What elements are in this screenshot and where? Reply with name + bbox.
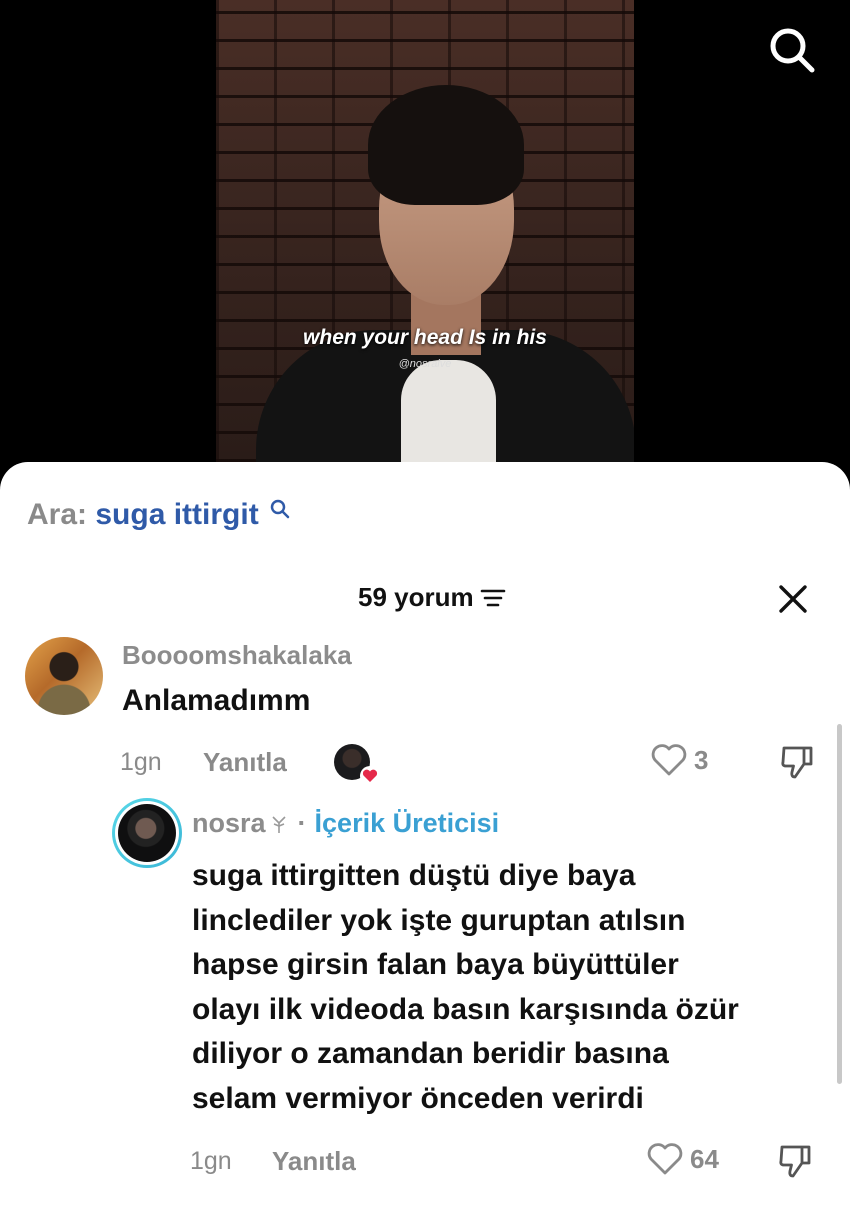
dislike-button[interactable] [776, 1141, 816, 1181]
comments-sheet: Ara: suga ittirgit 59 yorum Boooomshakal… [0, 462, 850, 1222]
video-caption: when your head Is in his [303, 326, 547, 349]
comment-username[interactable]: Boooomshakalaka [122, 640, 352, 671]
search-query-link[interactable]: suga ittirgit [95, 498, 258, 531]
close-icon [779, 585, 807, 613]
search-prefix: Ara: [27, 498, 88, 531]
leaf-icon [271, 815, 286, 833]
like-count: 3 [694, 744, 709, 775]
heart-icon [360, 766, 380, 786]
filter-icon [480, 589, 505, 606]
comment-count: 59 yorum [358, 582, 474, 612]
creator-badge: İçerik Üreticisi [314, 808, 500, 838]
avatar-image [118, 804, 176, 862]
like-button[interactable]: 64 [646, 1142, 719, 1176]
creator-avatar[interactable] [112, 798, 182, 868]
creator-liked-badge [334, 744, 380, 786]
avatar-inner [115, 801, 179, 865]
search-icon [270, 499, 290, 519]
video-watermark-handle: @nosraive [398, 358, 452, 370]
search-suggestion[interactable]: Ara: suga ittirgit [27, 498, 291, 532]
video-person-hair [368, 85, 524, 205]
comments-header: 59 yorum [0, 578, 850, 618]
video-frame: when your head Is in his @nosraive [216, 0, 634, 462]
search-icon [770, 28, 815, 73]
reply-button[interactable]: Yanıtla [203, 747, 287, 778]
heart-icon [651, 744, 687, 776]
reply-text: suga ittirgitten düştü diye baya lincled… [192, 859, 739, 1115]
comment-text: Anlamadımm [122, 684, 311, 717]
dislike-icon [781, 746, 813, 779]
like-button[interactable]: 3 [650, 743, 708, 777]
comment-count-sort[interactable]: 59 yorum [358, 582, 506, 613]
reply-time: 1gn [190, 1147, 232, 1175]
like-count: 64 [690, 1143, 719, 1174]
scrollbar[interactable] [837, 724, 842, 1084]
reply-button[interactable]: Yanıtla [272, 1146, 356, 1177]
comment-time: 1gn [120, 748, 162, 776]
avatar[interactable] [25, 637, 103, 715]
dislike-icon [779, 1145, 811, 1178]
close-button[interactable] [776, 582, 810, 616]
video-player[interactable]: when your head Is in his @nosraive [0, 0, 850, 470]
heart-icon [647, 1143, 683, 1175]
search-button[interactable] [764, 22, 820, 78]
separator-dot: · [297, 808, 307, 838]
reply-username[interactable]: nosra [192, 808, 266, 839]
reply-username-row[interactable]: nosra · İçerik Üreticisi [192, 808, 499, 839]
video-person-shirt [401, 360, 496, 462]
dislike-button[interactable] [778, 742, 818, 782]
